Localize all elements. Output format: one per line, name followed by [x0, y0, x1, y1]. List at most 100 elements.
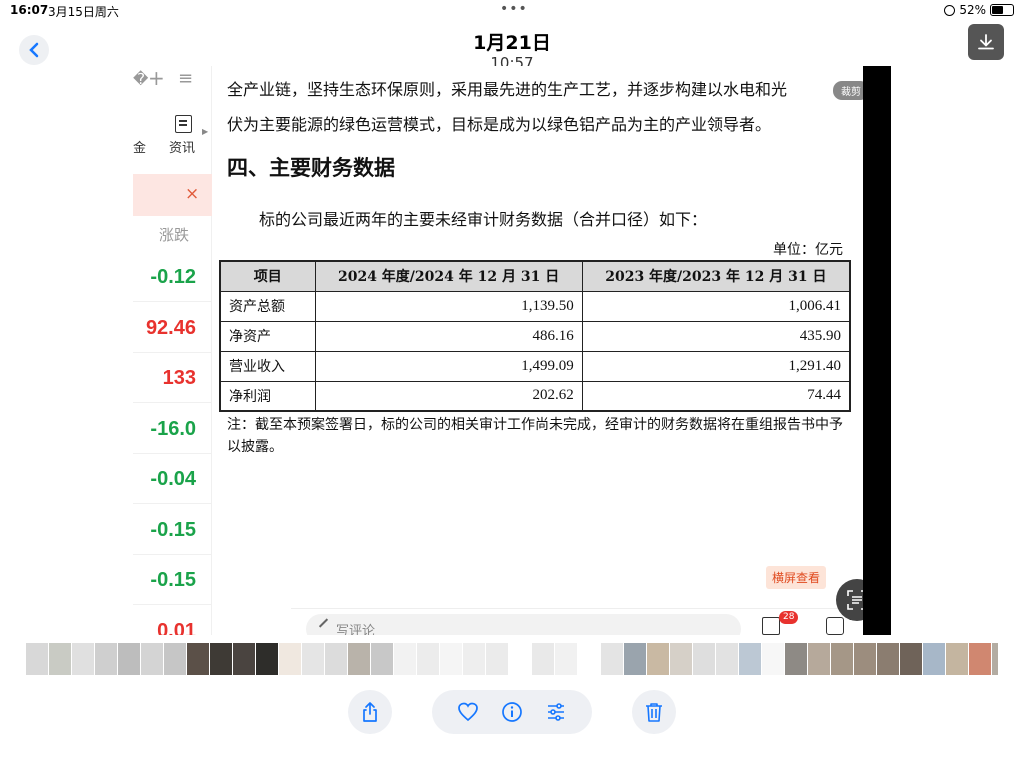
photo-thumbnail[interactable] — [693, 643, 715, 675]
delete-button[interactable] — [632, 690, 676, 734]
value-cell: 1,006.41 — [581, 290, 851, 322]
status-bar: 16:07 3月15日周六 ••• 52% — [0, 0, 1024, 22]
tab-news-label[interactable]: 资讯 — [169, 137, 195, 156]
photo-thumbnail[interactable] — [72, 643, 94, 675]
news-icon — [175, 115, 192, 133]
table-row: 资产总额 1,139.50 1,006.41 — [219, 290, 851, 322]
section-heading: 四、主要财务数据 — [227, 156, 395, 180]
status-right: 52% — [944, 3, 1014, 17]
change-value[interactable]: 0.01 — [133, 606, 212, 636]
photo-thumbnail[interactable] — [647, 643, 669, 675]
photo-thumbnail[interactable] — [578, 643, 600, 675]
adjust-icon[interactable] — [545, 701, 567, 723]
table-header-cell: 2023 年度/2023 年 12 月 31 日 — [581, 260, 851, 292]
battery-percent: 52% — [959, 3, 986, 17]
share-count-badge: 28 — [779, 611, 799, 624]
table-row: 净资产 486.16 435.90 — [219, 320, 851, 352]
photo-thumbnail[interactable] — [279, 643, 301, 675]
change-value[interactable]: -0.15 — [133, 505, 212, 555]
photo-thumbnail[interactable] — [877, 643, 899, 675]
tab-cut-label[interactable]: 金 — [133, 137, 146, 156]
multitasking-dots-icon[interactable]: ••• — [500, 1, 528, 17]
paragraph-line-2: 伏为主要能源的绿色运营模式，目标是成为以绿色铝产品为主的产业领导者。 — [227, 115, 772, 134]
photo-thumbnail[interactable] — [440, 643, 462, 675]
photo-thumbnail[interactable] — [26, 643, 48, 675]
document-page: 全产业链，坚持生态环保原则，采用最先进的生产工艺，并逐步构建以水电和光 伏为主要… — [212, 66, 891, 635]
photo-thumbnail[interactable] — [946, 643, 968, 675]
comment-input[interactable]: 写评论 — [306, 614, 741, 635]
photo-thumbnail[interactable] — [532, 643, 554, 675]
strip-tabs: 金 资讯 ▶ — [133, 111, 212, 161]
photo-thumbnail[interactable] — [463, 643, 485, 675]
photo-thumbnail[interactable] — [601, 643, 623, 675]
change-value[interactable]: 92.46 — [133, 303, 212, 353]
photo-actions-group — [432, 690, 592, 734]
add-icon[interactable]: + — [148, 66, 165, 90]
value-cell: 1,291.40 — [581, 350, 851, 382]
photo-thumbnail[interactable] — [509, 643, 531, 675]
change-value[interactable]: -0.15 — [133, 555, 212, 605]
orientation-lock-icon — [944, 4, 956, 16]
pen-icon — [318, 618, 329, 628]
photo-image[interactable]: � + ≡ 金 资讯 ▶ × 涨跌 -0.12 92.46 133 -16.0 -0.0… — [133, 66, 891, 635]
photo-thumbnail[interactable] — [716, 643, 738, 675]
photo-thumbnail[interactable] — [417, 643, 439, 675]
strip-cut-glyph: � — [133, 70, 149, 88]
photo-thumbnail[interactable] — [739, 643, 761, 675]
photo-thumbnail[interactable] — [394, 643, 416, 675]
photo-thumbnail[interactable] — [992, 643, 998, 675]
photo-thumbnail[interactable] — [302, 643, 324, 675]
battery-icon — [990, 4, 1014, 16]
photo-thumbnail[interactable] — [348, 643, 370, 675]
comment-bar: 写评论 28 2 7 — [291, 608, 891, 635]
photo-thumbnail[interactable] — [141, 643, 163, 675]
photo-thumbnail[interactable] — [670, 643, 692, 675]
value-cell: 202.62 — [314, 380, 583, 412]
photo-thumbnail[interactable] — [233, 643, 255, 675]
menu-icon[interactable]: ≡ — [178, 68, 193, 89]
photo-thumbnail[interactable] — [900, 643, 922, 675]
value-cell: 486.16 — [314, 320, 583, 352]
table-row: 净利润 202.62 74.44 — [219, 380, 851, 412]
photo-thumbnail[interactable] — [371, 643, 393, 675]
photo-thumbnail[interactable] — [118, 643, 140, 675]
change-value[interactable]: -16.0 — [133, 404, 212, 454]
photo-thumbnail[interactable] — [808, 643, 830, 675]
close-icon[interactable]: × — [185, 184, 199, 204]
quote-list-strip: � + ≡ 金 资讯 ▶ × 涨跌 -0.12 92.46 133 -16.0 -0.0… — [133, 66, 212, 635]
comment-icon[interactable] — [826, 617, 844, 635]
heart-icon[interactable] — [457, 701, 479, 723]
unit-label: 单位：亿元 — [773, 242, 843, 258]
photo-thumbnail[interactable] — [486, 643, 508, 675]
table-header-cell: 项目 — [219, 260, 316, 292]
photo-thumbnail[interactable] — [785, 643, 807, 675]
share-button[interactable] — [348, 690, 392, 734]
photo-thumbnail[interactable] — [624, 643, 646, 675]
photo-thumbnail[interactable] — [831, 643, 853, 675]
thumbnail-strip[interactable] — [26, 643, 998, 675]
change-value[interactable]: -0.12 — [133, 252, 212, 302]
photo-thumbnail[interactable] — [325, 643, 347, 675]
photo-thumbnail[interactable] — [762, 643, 784, 675]
download-button[interactable] — [968, 24, 1004, 60]
comment-placeholder: 写评论 — [336, 624, 376, 635]
paragraph-line-1: 全产业链，坚持生态环保原则，采用最先进的生产工艺，并逐步构建以水电和光 — [227, 80, 788, 99]
photo-thumbnail[interactable] — [256, 643, 278, 675]
photo-thumbnail[interactable] — [555, 643, 577, 675]
info-icon[interactable] — [501, 701, 523, 723]
change-value[interactable]: 133 — [133, 353, 212, 403]
change-value[interactable]: -0.04 — [133, 454, 212, 504]
photo-thumbnail[interactable] — [923, 643, 945, 675]
photo-thumbnail[interactable] — [210, 643, 232, 675]
photo-thumbnail[interactable] — [49, 643, 71, 675]
strip-toolbar: � + ≡ — [133, 66, 212, 92]
photo-thumbnail[interactable] — [95, 643, 117, 675]
share-icon[interactable] — [762, 617, 780, 635]
status-date: 3月15日周六 — [48, 5, 119, 19]
alert-banner[interactable]: × — [133, 174, 212, 216]
photo-thumbnail[interactable] — [164, 643, 186, 675]
photo-thumbnail[interactable] — [969, 643, 991, 675]
landscape-view-button[interactable]: 横屏查看 — [766, 566, 827, 589]
photo-thumbnail[interactable] — [854, 643, 876, 675]
photo-thumbnail[interactable] — [187, 643, 209, 675]
